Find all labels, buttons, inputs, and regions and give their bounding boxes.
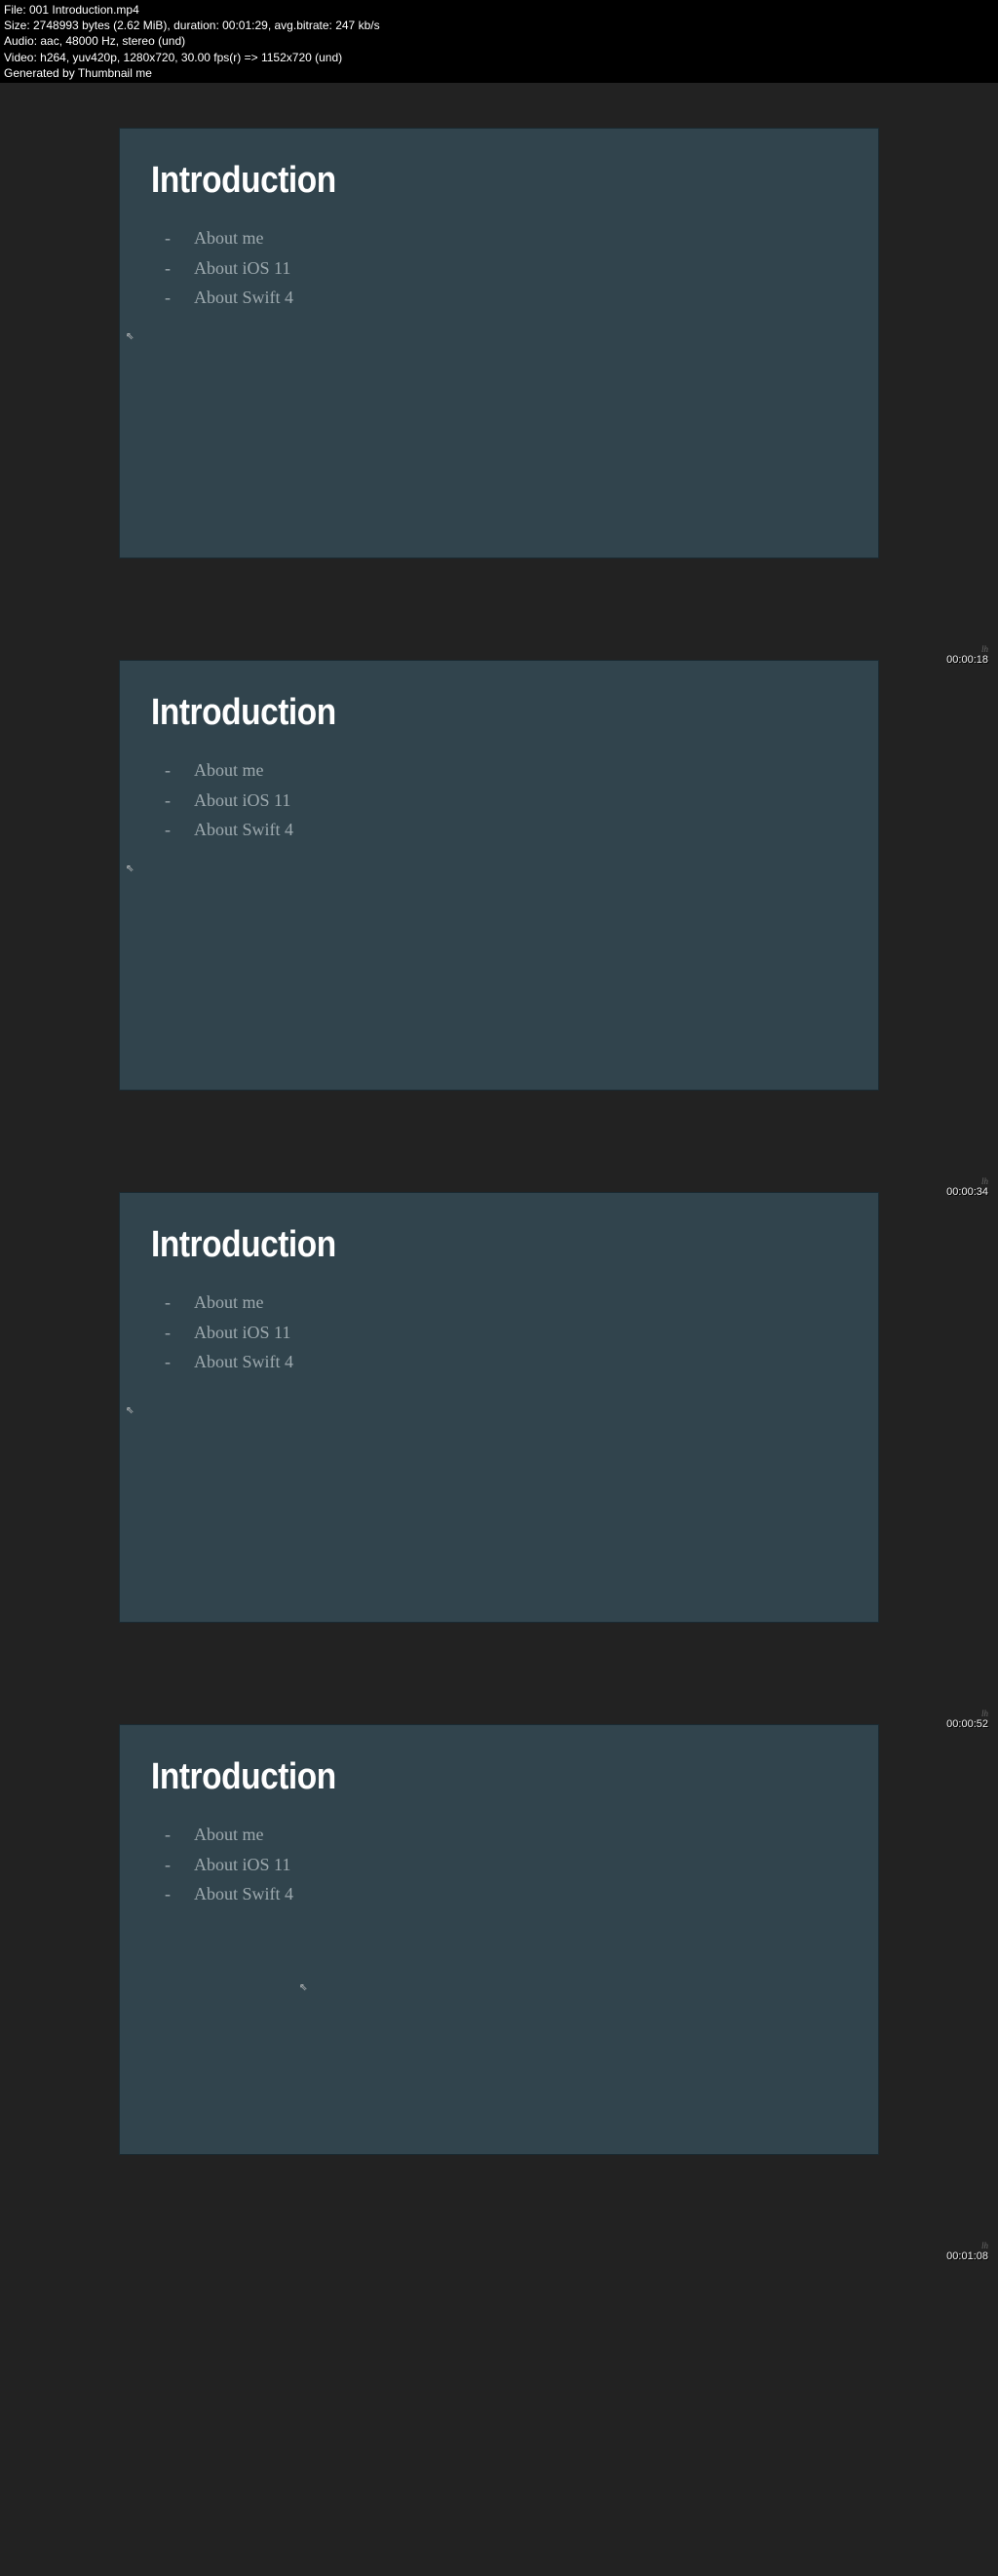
thumbnail-wrapper: Introduction About me About iOS 11 About… (0, 1192, 998, 1679)
list-item: About Swift 4 (165, 283, 847, 313)
slide-title: Introduction (151, 1224, 763, 1266)
thumbnail-frame: Introduction About me About iOS 11 About… (119, 1192, 879, 1623)
slide-title: Introduction (151, 1756, 763, 1798)
list-item: About me (165, 755, 847, 786)
thumbnail-frame: Introduction About me About iOS 11 About… (119, 128, 879, 558)
video-info-line: Video: h264, yuv420p, 1280x720, 30.00 fp… (4, 50, 994, 65)
cursor-icon: ⇖ (126, 1405, 134, 1416)
slide-title: Introduction (151, 692, 763, 734)
list-item: About iOS 11 (165, 786, 847, 816)
list-item: About iOS 11 (165, 253, 847, 284)
cursor-icon: ⇖ (299, 1982, 307, 1993)
slide-bullet-list: About me About iOS 11 About Swift 4 (151, 1820, 847, 1909)
list-item: About iOS 11 (165, 1850, 847, 1880)
slide-title: Introduction (151, 160, 763, 202)
list-item: About Swift 4 (165, 1347, 847, 1377)
watermark: lh (981, 1709, 988, 1718)
list-item: About Swift 4 (165, 815, 847, 845)
watermark: lh (981, 644, 988, 654)
generated-by-line: Generated by Thumbnail me (4, 65, 994, 81)
file-name-line: File: 001 Introduction.mp4 (4, 2, 994, 18)
list-item: About me (165, 223, 847, 253)
thumbnail-frame: Introduction About me About iOS 11 About… (119, 660, 879, 1091)
slide-bullet-list: About me About iOS 11 About Swift 4 (151, 223, 847, 313)
thumbnail-wrapper: Introduction About me About iOS 11 About… (0, 1724, 998, 2211)
file-info-header: File: 001 Introduction.mp4 Size: 2748993… (0, 0, 998, 83)
thumbnail-wrapper: Introduction About me About iOS 11 About… (0, 128, 998, 615)
list-item: About iOS 11 (165, 1318, 847, 1348)
audio-info-line: Audio: aac, 48000 Hz, stereo (und) (4, 33, 994, 49)
slide-bullet-list: About me About iOS 11 About Swift 4 (151, 755, 847, 845)
slide-bullet-list: About me About iOS 11 About Swift 4 (151, 1288, 847, 1377)
thumbnails-container: Introduction About me About iOS 11 About… (0, 128, 998, 2211)
cursor-icon: ⇖ (126, 331, 134, 342)
cursor-icon: ⇖ (126, 864, 134, 874)
list-item: About me (165, 1288, 847, 1318)
thumbnail-wrapper: Introduction About me About iOS 11 About… (0, 660, 998, 1147)
list-item: About me (165, 1820, 847, 1850)
thumbnail-frame: Introduction About me About iOS 11 About… (119, 1724, 879, 2155)
list-item: About Swift 4 (165, 1879, 847, 1909)
file-size-line: Size: 2748993 bytes (2.62 MiB), duration… (4, 18, 994, 33)
timestamp-label: 00:01:08 (946, 2250, 988, 2262)
watermark: lh (981, 2241, 988, 2250)
watermark: lh (981, 1176, 988, 1186)
